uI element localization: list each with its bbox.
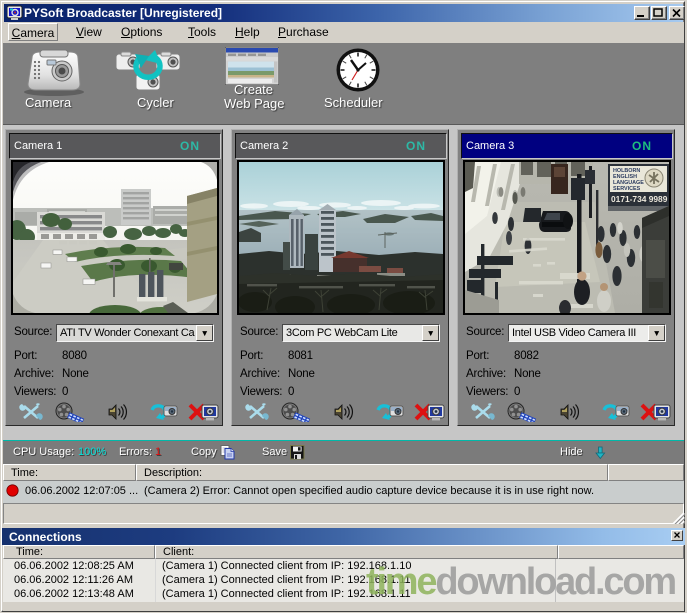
svg-text:SERVICES: SERVICES [613,186,641,192]
svg-text:0171-734 9989: 0171-734 9989 [611,194,668,204]
